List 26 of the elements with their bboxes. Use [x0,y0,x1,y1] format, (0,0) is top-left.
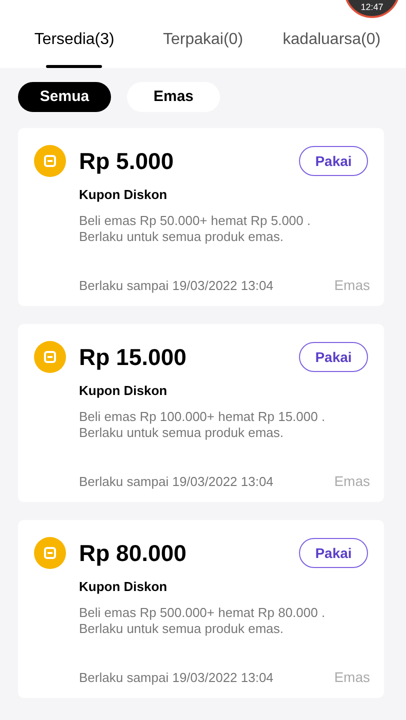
coupon-icon [34,537,66,570]
filter-chip[interactable]: Semua [18,82,111,112]
coupon-amount: Rp 15.000 [79,343,186,372]
validity-date: Berlaku sampai 19/03/2022 13:04 [79,472,274,491]
filter-chip[interactable]: Emas [127,82,220,112]
coupon-amount: Rp 80.000 [79,539,186,568]
coupon-description: Beli emas Rp 50.000+ hemat Rp 5.000 . Berlaku untuk semua produk emas. [79,213,312,245]
tab[interactable]: Tersedia(3) [10,28,139,68]
coupon-type: Kupon Diskon [79,578,168,596]
category-label: Emas [334,472,370,491]
coupon-icon [34,341,66,374]
coupon-type: Kupon Diskon [79,186,168,204]
coupon-description: Beli emas Rp 500.000+ hemat Rp 80.000 . Berlaku untuk semua produk emas. [79,605,326,637]
use-button[interactable]: Pakai [299,146,368,176]
coupon-type: Kupon Diskon [79,382,168,400]
tab[interactable]: Terpakai(0) [138,28,268,68]
use-button[interactable]: Pakai [299,538,368,568]
tab[interactable]: kadaluarsa(0) [267,28,396,68]
coupon-amount: Rp 5.000 [79,147,174,176]
category-label: Emas [334,668,370,687]
coupon-icon [34,145,66,178]
validity-date: Berlaku sampai 19/03/2022 13:04 [79,276,274,295]
use-button[interactable]: Pakai [299,342,368,372]
validity-date: Berlaku sampai 19/03/2022 13:04 [79,668,274,687]
category-label: Emas [334,276,370,295]
coupon-description: Beli emas Rp 100.000+ hemat Rp 15.000 . Berlaku untuk semua produk emas. [79,409,326,441]
